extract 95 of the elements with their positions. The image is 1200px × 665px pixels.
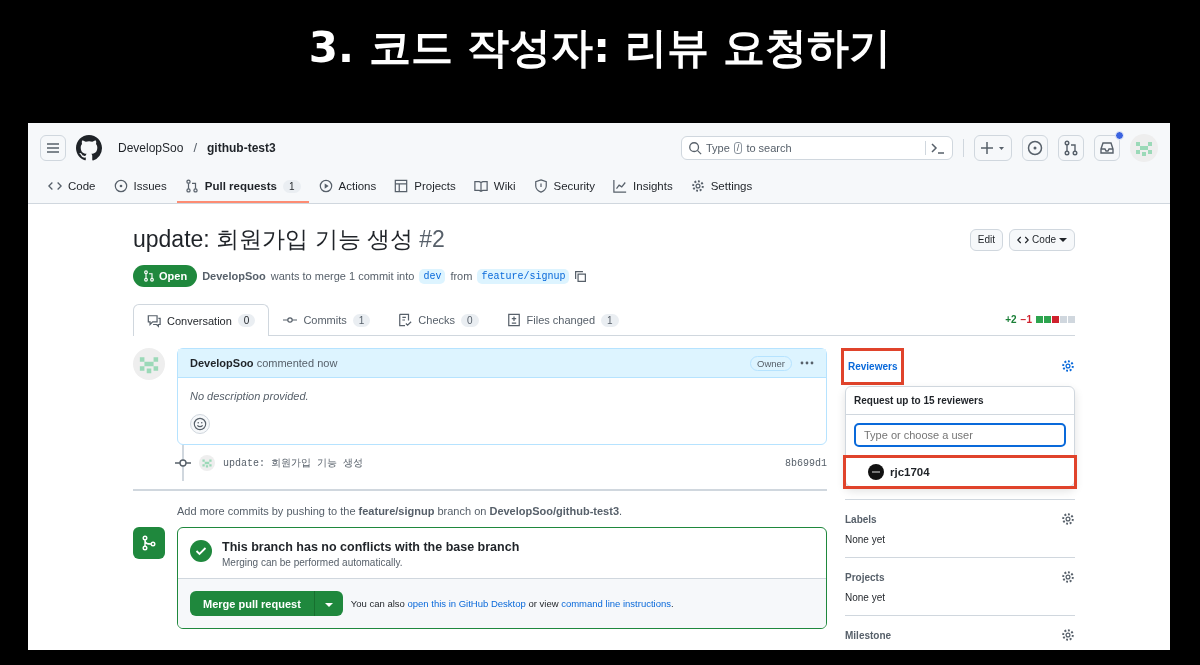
code-icon [48,179,62,193]
github-desktop-link[interactable]: open this in GitHub Desktop [407,598,526,609]
count-badge: 0 [461,313,479,327]
sidebar-section-title[interactable]: Labels [845,513,877,525]
merge-options-button[interactable] [314,591,343,616]
plus-caret-icon [981,140,1005,155]
graph-icon [613,179,628,193]
pull-request-icon [143,270,155,282]
merge-note: You can also open this in GitHub Desktop or view command line instructions. [350,598,674,609]
count-badge: 1 [282,179,301,193]
pr-tab[interactable]: Files changed 1 [492,304,633,335]
settings-icon[interactable] [1061,512,1075,526]
sidebar-section-value: None yet [845,592,887,603]
search-icon [688,140,702,155]
more-options-icon[interactable] [800,361,814,365]
repo-tab[interactable]: Projects [386,179,464,203]
check-circle-icon [190,540,212,562]
commit-icon [175,458,191,468]
commit-message-link[interactable]: update: 회원가입 기능 생성 [223,456,363,470]
code-button[interactable]: Code [1009,228,1075,251]
user-option[interactable]: rjc1704 [843,455,1077,489]
checklist-icon [398,313,413,327]
pr-tab[interactable]: Commits 1 [269,304,385,335]
slide-title: 3. 코드 작성자: 리뷰 요청하기 [307,22,893,74]
search-field[interactable]: Type / to search [681,135,953,160]
menu-button[interactable] [40,134,66,161]
issues-button[interactable] [1022,134,1048,161]
additions-count: +2 [1005,314,1017,325]
command-palette-icon[interactable] [925,140,946,155]
pull-request-icon [1063,139,1079,156]
pull-requests-button[interactable] [1058,134,1084,161]
pull-request-icon [184,179,199,193]
sidebar-section-title[interactable]: Projects [845,571,885,583]
circle-dot-icon [1027,139,1043,156]
octocat-logo-icon[interactable] [76,134,102,161]
owner-link[interactable]: DevelopSoo [118,140,184,155]
repo-tab[interactable]: Code [40,179,104,203]
settings-icon[interactable] [1061,359,1075,373]
settings-icon[interactable] [1061,628,1075,642]
branch-label[interactable]: feature/signup [477,268,570,284]
shield-icon [533,179,548,193]
branch-icon [141,535,157,551]
code-icon [1017,234,1030,245]
repo-link[interactable]: github-test3 [207,140,276,155]
count-badge: 1 [352,313,371,327]
settings-icon[interactable] [1061,570,1075,584]
reviewers-link[interactable]: Reviewers [841,347,905,385]
merge-button[interactable]: Merge pull request [190,591,315,616]
from-text: from [450,270,473,282]
comment-body: No description provided. [190,390,310,402]
caret-icon [1059,236,1067,243]
diffstat-bar-icon [1036,316,1075,323]
push-hint-text: Add more commits by pushing to the feature/signup branch on DevelopSoo/github-test3. [177,505,624,517]
circle-dot-icon [113,179,128,193]
merge-status-subtitle: Merging can be performed automatically. [222,557,404,568]
comment-header-text: DevelopSoo commented now [190,357,338,369]
user-search-field[interactable]: Type or choose a user [854,423,1066,447]
command-line-link[interactable]: command line instructions [561,598,671,609]
pr-title: update: 회원가입 기능 생성 #2 [133,225,445,254]
inbox-icon [1099,139,1115,156]
sidebar-section-value: None yet [845,534,887,545]
repo-tab[interactable]: Settings [682,179,761,203]
copy-icon[interactable] [574,269,588,283]
add-reaction-button[interactable] [190,414,210,434]
picker-title: Request up to 15 reviewers [846,387,1074,415]
commit-sha-link[interactable]: 8b699d1 [785,457,827,469]
caret-icon [324,601,333,608]
gear-icon [690,179,705,193]
repo-tab[interactable]: Issues [105,179,175,203]
edit-button[interactable]: Edit [969,228,1004,251]
file-diff-icon [506,313,521,327]
branch-label[interactable]: dev [419,268,446,284]
pr-tab[interactable]: Checks 0 [384,304,493,335]
book-icon [473,179,488,193]
repo-tab[interactable]: Security [525,179,604,203]
play-icon [318,179,333,193]
merge-text: wants to merge 1 commit into [270,270,415,282]
comment-icon [147,313,161,328]
deletions-count: −1 [1020,314,1032,325]
sidebar-section-title[interactable]: Milestone [845,629,892,641]
smiley-icon [193,417,207,431]
author-link[interactable]: DevelopSoo [202,270,266,282]
repo-tab[interactable]: Insights [605,179,681,203]
table-icon [394,179,409,193]
avatar-icon [868,464,884,480]
merge-status-title: This branch has no conflicts with the base branch [222,540,520,554]
count-badge: 0 [237,314,256,327]
create-new-button[interactable] [974,134,1012,161]
pr-tab[interactable]: Conversation 0 [133,304,270,336]
repo-tab[interactable]: Actions [310,179,385,203]
path-separator: / [193,140,197,155]
state-badge: Open [133,265,198,287]
repo-tab[interactable]: Pull requests 1 [176,179,309,203]
repo-tab[interactable]: Wiki [465,179,524,203]
count-badge: 1 [601,313,619,327]
